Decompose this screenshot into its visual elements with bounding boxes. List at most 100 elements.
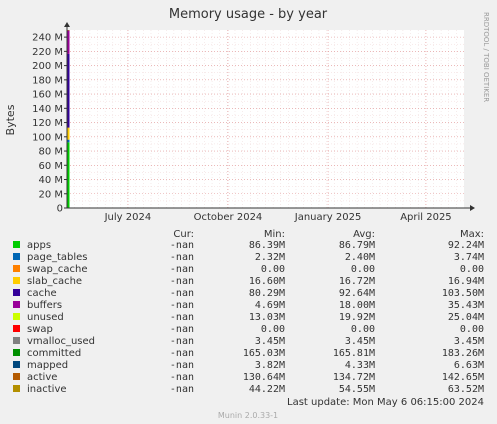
legend-cur: -nan [170, 240, 194, 251]
legend-avg: 18.00M [339, 300, 375, 311]
legend-swatch [13, 265, 20, 272]
legend-row-page-tables: page_tables -nan 2.32M 2.40M 3.74M [13, 252, 484, 263]
y-tick-label: 140 M [32, 104, 63, 115]
legend-swatch [13, 289, 20, 296]
legend-cur: -nan [170, 336, 194, 347]
legend-cur: -nan [170, 312, 194, 323]
legend-min: 2.32M [255, 252, 285, 263]
x-tick-label: April 2025 [400, 212, 451, 223]
legend-max: 3.74M [454, 252, 484, 263]
legend-cur: -nan [170, 288, 194, 299]
legend-name: apps [27, 240, 51, 251]
legend-name: active [27, 372, 57, 383]
legend-row-unused: unused -nan 13.03M 19.92M 25.04M [13, 312, 484, 323]
legend-avg: 2.40M [345, 252, 375, 263]
legend-swatch [13, 313, 20, 320]
legend-min: 130.64M [243, 372, 285, 383]
legend-swatch [13, 349, 20, 356]
legend-max: 0.00 [460, 264, 484, 275]
legend-cur: -nan [170, 252, 194, 263]
legend-max: 142.65M [442, 372, 484, 383]
legend-row-swap-cache: swap_cache -nan 0.00 0.00 0.00 [13, 264, 484, 275]
y-tick-label: 120 M [32, 118, 63, 129]
legend-cur: -nan [170, 324, 194, 335]
legend-name: mapped [27, 360, 68, 371]
legend-avg: 4.33M [345, 360, 375, 371]
legend-max: 16.94M [448, 276, 484, 287]
legend-name: swap_cache [27, 264, 87, 275]
munin-version: Munin 2.0.33-1 [218, 411, 278, 420]
legend-max: 92.24M [448, 240, 484, 251]
y-tick-label: 80 M [38, 147, 63, 158]
legend-min: 3.45M [255, 336, 285, 347]
legend-swatch [13, 373, 20, 380]
y-axis-arrow-icon [64, 22, 70, 27]
legend-min: 0.00 [261, 324, 285, 335]
legend-name: vmalloc_used [27, 336, 95, 347]
y-tick-label: 240 M [32, 33, 63, 44]
legend-swatch [13, 301, 20, 308]
legend-max: 3.45M [454, 336, 484, 347]
legend-cur: -nan [170, 372, 194, 383]
last-update: Last update: Mon May 6 06:15:00 2024 [287, 397, 484, 408]
legend-swatch [13, 337, 20, 344]
legend-row-swap: swap -nan 0.00 0.00 0.00 [13, 324, 484, 335]
y-tick-label: 160 M [32, 90, 63, 101]
legend-row-inactive: inactive -nan 44.22M 54.55M 63.52M [13, 384, 484, 395]
legend-header-avg: Avg: [353, 229, 375, 240]
legend-name: slab_cache [27, 276, 82, 287]
legend-avg: 0.00 [351, 264, 375, 275]
legend-min: 80.29M [249, 288, 285, 299]
legend-min: 86.39M [249, 240, 285, 251]
y-tick-label: 0 [57, 204, 63, 215]
series-mark-cache [67, 53, 70, 128]
legend-swatch [13, 361, 20, 368]
legend-swatch [13, 241, 20, 248]
legend-name: unused [27, 312, 64, 323]
y-tick-label: 60 M [38, 161, 63, 172]
legend-name: buffers [27, 300, 62, 311]
legend-max: 183.26M [442, 348, 484, 359]
memory-chart: Memory usage - by year RRDTOOL / TOBI OE… [4, 7, 490, 420]
legend-max: 0.00 [460, 324, 484, 335]
series-mark-slab-cache [67, 127, 70, 140]
y-tick-label: 100 M [32, 132, 63, 143]
legend-name: inactive [27, 384, 67, 395]
series-mark-apps [67, 142, 70, 208]
legend-header-min: Min: [264, 229, 285, 240]
legend-avg: 0.00 [351, 324, 375, 335]
legend-row-buffers: buffers -nan 4.69M 18.00M 35.43M [13, 300, 484, 311]
legend-min: 4.69M [255, 300, 285, 311]
series-mark-inactive [67, 30, 70, 31]
legend-avg: 86.79M [339, 240, 375, 251]
y-tick-label: 40 M [38, 175, 63, 186]
legend-min: 165.03M [243, 348, 285, 359]
rrdtool-credit: RRDTOOL / TOBI OETIKER [482, 12, 490, 102]
legend-cur: -nan [170, 360, 194, 371]
legend-cur: -nan [170, 348, 194, 359]
legend-swatch [13, 385, 20, 392]
legend-avg: 19.92M [339, 312, 375, 323]
legend-min: 0.00 [261, 264, 285, 275]
legend-row-mapped: mapped -nan 3.82M 4.33M 6.63M [13, 360, 484, 371]
legend-avg: 165.81M [333, 348, 375, 359]
legend-avg: 92.64M [339, 288, 375, 299]
chart-title: Memory usage - by year [169, 7, 328, 22]
legend-max: 25.04M [448, 312, 484, 323]
legend-cur: -nan [170, 300, 194, 311]
plot-area [67, 30, 464, 208]
legend-row-slab-cache: slab_cache -nan 16.60M 16.72M 16.94M [13, 276, 484, 287]
legend-name: swap [27, 324, 53, 335]
x-tick-label: January 2025 [294, 212, 362, 223]
legend-cur: -nan [170, 264, 194, 275]
legend-min: 3.82M [255, 360, 285, 371]
legend-max: 35.43M [448, 300, 484, 311]
legend-swatch [13, 277, 20, 284]
y-axis-label: Bytes [4, 104, 17, 135]
legend-row-vmalloc-used: vmalloc_used -nan 3.45M 3.45M 3.45M [13, 336, 484, 347]
y-tick-label: 20 M [38, 189, 63, 200]
legend-row-active: active -nan 130.64M 134.72M 142.65M [13, 372, 484, 383]
legend-avg: 16.72M [339, 276, 375, 287]
series-mark-buffers [67, 30, 70, 54]
legend-cur: -nan [170, 384, 194, 395]
